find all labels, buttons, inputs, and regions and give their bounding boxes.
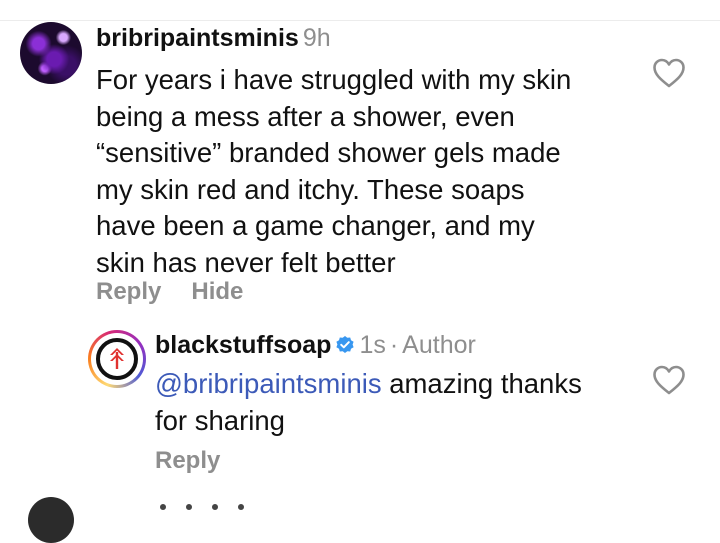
comment-text-line: have been a game changer, and my [96, 210, 535, 242]
username[interactable]: bribripaintsminis [96, 24, 299, 52]
comment-text-line: “sensitive” branded shower gels made [96, 137, 561, 169]
avatar[interactable] [88, 330, 146, 388]
reply-button[interactable]: Reply [155, 447, 220, 474]
verified-badge-icon [335, 333, 355, 353]
separator: · [389, 331, 399, 359]
heart-outline-icon[interactable] [652, 365, 686, 395]
reply-text-line: for sharing [155, 404, 285, 436]
timestamp: 1s [359, 331, 386, 359]
username[interactable]: blackstuffsoap [155, 331, 331, 359]
comment-text-line: For years i have struggled with my skin [96, 64, 572, 95]
comment-text-line: being a mess after a shower, even [96, 100, 515, 132]
comment-header: bribripaintsminis 9h [96, 24, 331, 53]
comment-actions: Reply Hide [96, 278, 273, 306]
brand-logo-icon [96, 338, 138, 380]
heart-outline-icon[interactable] [652, 58, 686, 88]
mention-link[interactable]: @bribripaintsminis [155, 368, 382, 399]
comment-text-line: skin has never felt better [96, 246, 396, 278]
reply-actions: Reply [155, 447, 220, 475]
reply-button[interactable]: Reply [96, 278, 161, 305]
reply-text-line: @bribripaintsminis amazing thanks [155, 366, 635, 403]
next-comment-header [160, 497, 290, 511]
timestamp: 9h [302, 24, 331, 52]
avatar[interactable] [20, 22, 82, 84]
reply-text: @bribripaintsminis amazing thanks for sh… [155, 366, 635, 439]
reply-header: blackstuffsoap 1s · Author [155, 331, 476, 360]
author-label: Author [402, 331, 476, 359]
comment-text: For years i have struggled with my skin … [96, 62, 636, 282]
hide-button[interactable]: Hide [191, 278, 243, 305]
top-divider [0, 20, 720, 21]
avatar[interactable] [28, 497, 74, 543]
reply-text-fragment: amazing thanks [381, 368, 582, 399]
comment-text-line: my skin red and itchy. These soaps [96, 173, 525, 205]
